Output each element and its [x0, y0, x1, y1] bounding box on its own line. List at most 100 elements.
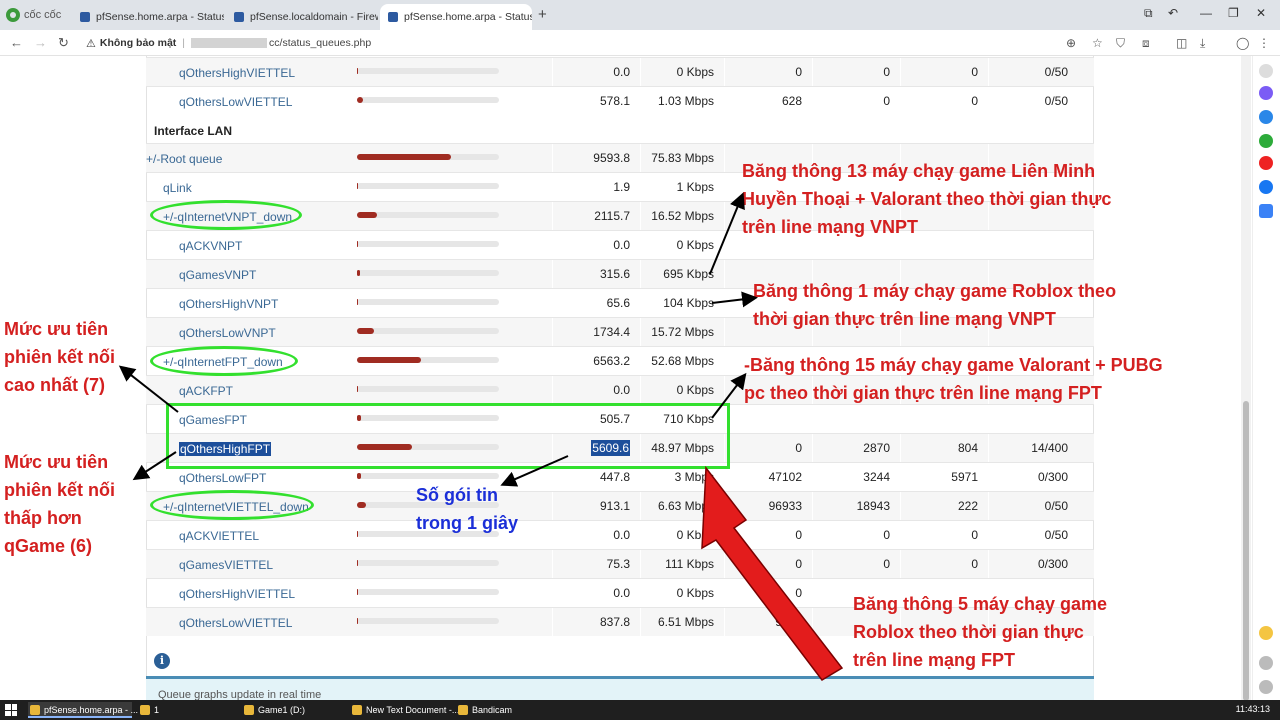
tab-title: pfSense.home.arpa - Status — [404, 11, 532, 23]
queue-name[interactable]: +/-Root queue — [146, 152, 222, 166]
annotation-line: phiên kết nối — [4, 347, 116, 367]
annotation-line: Băng thông 1 máy chạy game Roblox theo — [753, 281, 1117, 301]
queue-bw-cell: 0 Kbps — [640, 521, 720, 549]
queue-c5-cell: 0 — [900, 521, 984, 549]
queue-c6-cell: 0/50 — [988, 521, 1074, 549]
close-window-icon[interactable]: ✕ — [1256, 6, 1266, 20]
warning-icon[interactable]: ⚠ — [86, 37, 96, 50]
queue-usage-bar — [357, 270, 499, 276]
queue-c3-cell: 0 — [724, 579, 808, 607]
queue-name[interactable]: qGamesVIETTEL — [179, 558, 273, 572]
bookmark-star-icon[interactable]: ☆ — [1092, 36, 1103, 50]
annotation-line: trên line mạng FPT — [853, 650, 1016, 670]
annotation-line: phiên kết nối — [4, 480, 116, 500]
queue-name[interactable]: qLink — [163, 181, 192, 195]
queue-pps-cell: 837.8 — [552, 608, 636, 636]
queue-name[interactable]: qOthersLowFPT — [179, 471, 266, 485]
queue-name[interactable]: qGamesVNPT — [179, 268, 256, 282]
queue-name[interactable]: qOthersHighVNPT — [179, 297, 278, 311]
facebook-icon[interactable] — [1259, 180, 1273, 194]
history-icon[interactable] — [1259, 656, 1273, 670]
forward-icon[interactable]: → — [34, 35, 47, 50]
queue-usage-fill — [357, 154, 451, 160]
queue-usage-bar — [357, 183, 499, 189]
queue-name[interactable]: qOthersLowVIETTEL — [179, 616, 292, 630]
taskbar-item-1[interactable]: 1 — [138, 702, 228, 718]
annotation-line: Mức ưu tiên — [4, 319, 109, 339]
game-icon[interactable] — [1259, 134, 1273, 148]
queue-name[interactable]: qOthersLowVIETTEL — [179, 95, 292, 109]
shield-icon[interactable]: ⛉ — [1116, 36, 1125, 51]
menu-icon[interactable]: ⋮ — [1258, 36, 1270, 50]
queue-c3-cell: 47102 — [724, 463, 808, 491]
extensions-icon[interactable]: ⧈ — [1142, 36, 1150, 51]
taskbar-item-browser[interactable]: pfSense.home.arpa - ... — [28, 702, 138, 718]
table-row: qACKVIETTEL 0.0 0 Kbps 0 0 0 0/50 — [146, 520, 1094, 549]
queue-c6-cell: 0/50 — [988, 58, 1074, 86]
divider: | — [182, 37, 186, 49]
reload-icon[interactable]: ↻ — [58, 35, 69, 51]
queue-c6-cell: 0/300 — [988, 463, 1074, 491]
translate-icon[interactable] — [1259, 204, 1273, 218]
queue-usage-bar — [357, 241, 499, 247]
highlight-ring-viettel — [150, 490, 314, 520]
scrollbar-thumb[interactable] — [1243, 401, 1249, 701]
settings-icon[interactable] — [1259, 680, 1273, 694]
queue-usage-fill — [357, 502, 366, 508]
queue-usage-fill — [357, 270, 360, 276]
url-text[interactable]: cc/status_queues.php — [269, 37, 371, 49]
youtube-icon[interactable] — [1259, 156, 1273, 170]
taskbar-item-game1[interactable]: Game1 (D:) — [242, 702, 342, 718]
queue-usage-fill — [357, 473, 362, 479]
sidebar-icon[interactable]: ◫ — [1176, 36, 1187, 50]
weather-icon[interactable] — [1259, 626, 1273, 640]
queue-usage-bar — [357, 299, 499, 305]
info-icon[interactable]: i — [154, 653, 170, 669]
messenger-icon[interactable] — [1259, 86, 1273, 100]
add-icon[interactable] — [1259, 64, 1273, 78]
profile-icon[interactable]: ◯ — [1236, 36, 1249, 50]
annotation-line: Roblox theo thời gian thực — [853, 622, 1084, 642]
queue-c3-cell — [724, 405, 808, 433]
back-history-icon[interactable]: ↶ — [1168, 6, 1178, 20]
queue-name[interactable]: qACKVIETTEL — [179, 529, 259, 543]
tab-title: pfSense.home.arpa - Status: Filte — [96, 11, 224, 23]
queue-c4-cell: 2870 — [812, 434, 896, 462]
download-icon[interactable]: ⤓ — [1200, 36, 1205, 51]
browser-logo[interactable]: cốc cốc — [6, 6, 61, 24]
windows-start-icon[interactable] — [5, 704, 17, 716]
new-tab-icon[interactable]: + — [538, 6, 547, 23]
queue-c6-cell — [988, 405, 1074, 433]
taskbar-item-bandicam[interactable]: Bandicam — [456, 702, 546, 718]
annotation-line: trên line mạng VNPT — [742, 217, 919, 237]
highlight-box-fpt — [166, 403, 730, 469]
taskbar-item-notepad[interactable]: New Text Document -... — [350, 702, 459, 718]
queue-name[interactable]: qACKFPT — [179, 384, 233, 398]
insecure-label[interactable]: Không bảo mật — [100, 37, 176, 49]
annotation-line: Huyền Thoại + Valorant theo thời gian th… — [742, 189, 1112, 209]
queue-name[interactable]: qOthersLowVNPT — [179, 326, 276, 340]
queue-c3-cell: 628 — [724, 87, 808, 115]
queue-usage-bar — [357, 357, 499, 363]
tab-firewall[interactable]: pfSense.localdomain - Firewall: R — [226, 4, 378, 30]
side-rail — [1252, 56, 1280, 700]
queue-usage-bar — [357, 154, 499, 160]
screenshot-icon[interactable]: ⧉ — [1144, 6, 1153, 21]
annotation-line: Băng thông 13 máy chạy game Liên Minh — [742, 161, 1096, 181]
queue-name[interactable]: qOthersHighVIETTEL — [179, 587, 295, 601]
queue-bw-cell: 15.72 Mbps — [640, 318, 720, 346]
queue-bw-cell: 0 Kbps — [640, 58, 720, 86]
minimize-icon[interactable]: — — [1200, 6, 1212, 20]
address-bar[interactable]: ⚠ Không bảo mật | cc/status_queues.php — [78, 33, 1098, 53]
tab-status-filter[interactable]: pfSense.home.arpa - Status: Filte — [72, 4, 224, 30]
queue-name[interactable]: qOthersHighVIETTEL — [179, 66, 295, 80]
zalo-icon[interactable] — [1259, 110, 1273, 124]
tab-status-queues[interactable]: pfSense.home.arpa - Status ✕ — [380, 4, 532, 30]
queue-name[interactable]: qACKVNPT — [179, 239, 242, 253]
zoom-icon[interactable]: ⊕ — [1066, 36, 1076, 50]
queue-pps-cell: 2115.7 — [552, 202, 636, 230]
scrollbar[interactable] — [1241, 56, 1251, 701]
back-icon[interactable]: ← — [10, 35, 23, 50]
restore-icon[interactable]: ❐ — [1228, 6, 1239, 20]
queue-bw-cell: 1.03 Mbps — [640, 87, 720, 115]
